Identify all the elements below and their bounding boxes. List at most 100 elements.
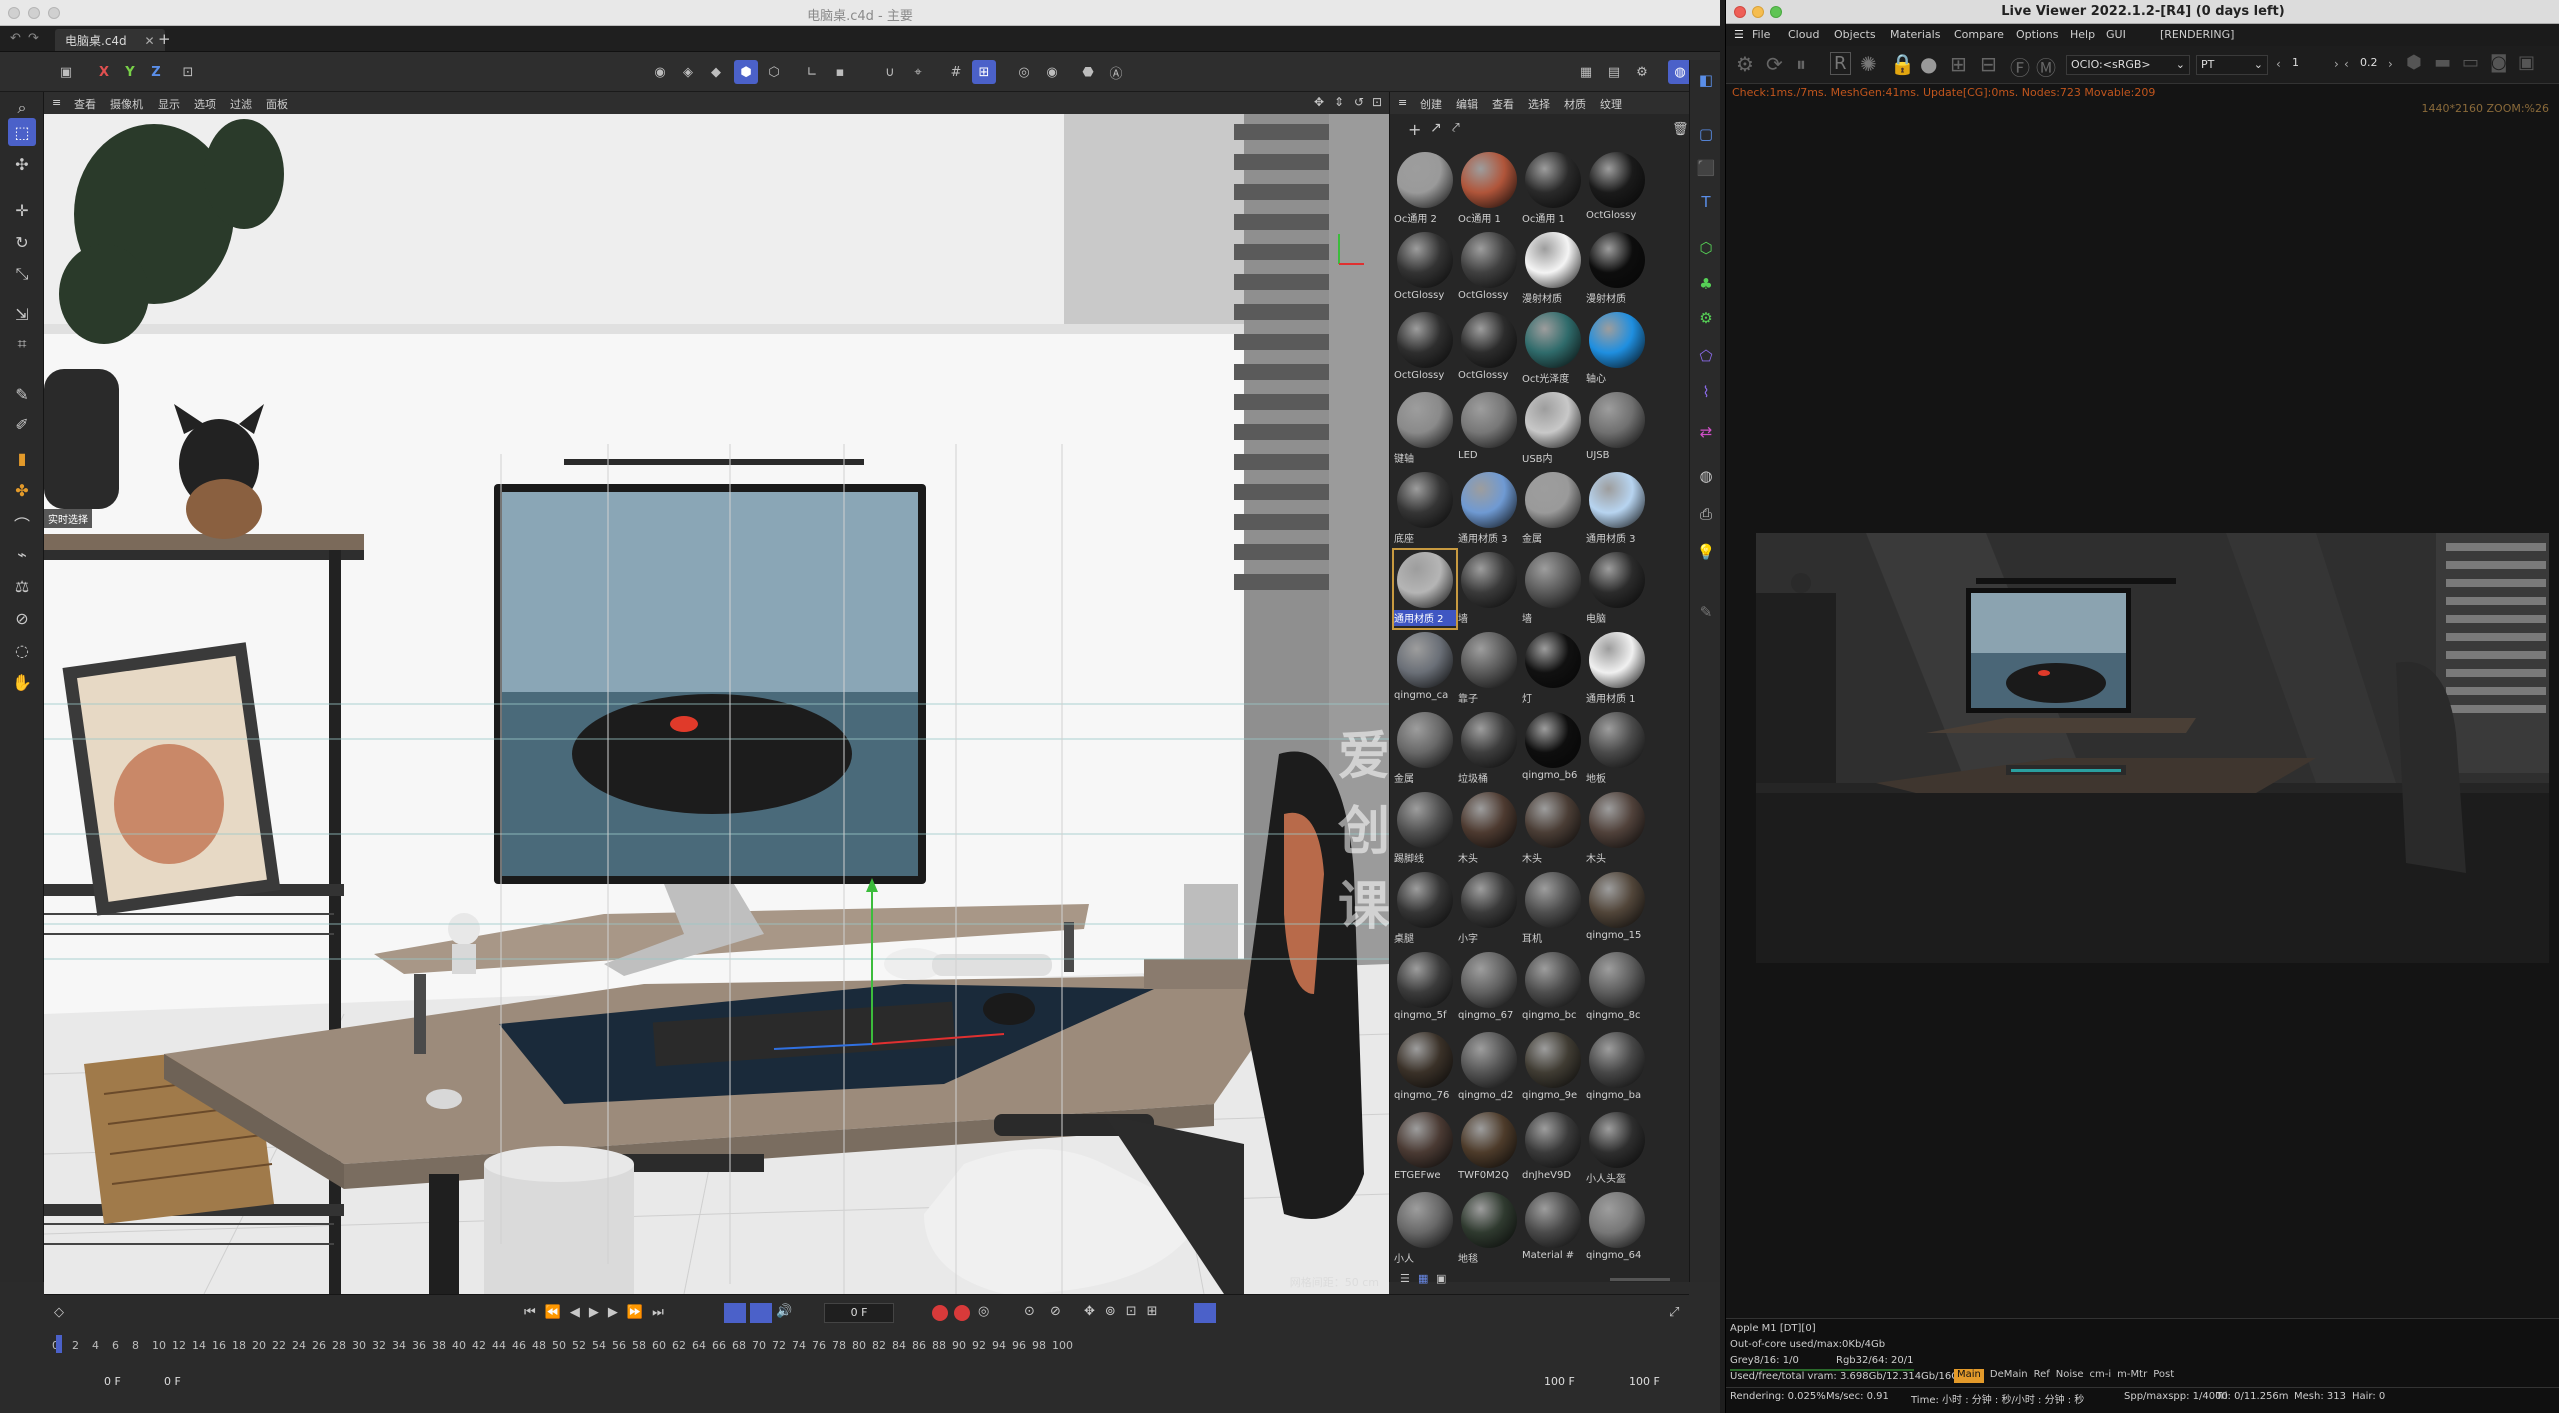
end-frame-field[interactable]: 100 F [1629, 1375, 1709, 1393]
brush-tool-icon[interactable]: ✎ [1694, 600, 1718, 624]
trash-icon[interactable]: 🗑 [1672, 122, 1689, 137]
undo-icon[interactable]: ↶ [10, 31, 21, 46]
lv-settings-icon[interactable]: ⚙ [1736, 52, 1754, 76]
chevron-right-icon[interactable]: › [2388, 57, 2393, 71]
material-item[interactable]: Oc通用 1 [1522, 150, 1584, 228]
material-item[interactable]: 漫射材质 [1522, 230, 1584, 308]
edit-render-settings-icon[interactable]: ⚙ [1630, 60, 1654, 84]
playhead[interactable] [56, 1335, 62, 1353]
material-item[interactable]: OctGlossy [1458, 230, 1520, 308]
workplane-icon[interactable]: ⊞ [972, 60, 996, 84]
material-item[interactable]: ETGEFwe [1394, 1110, 1456, 1188]
render-view-icon[interactable]: ⬣ [1076, 60, 1100, 84]
large-view-icon[interactable]: ▣ [1436, 1272, 1446, 1285]
kernel-select[interactable]: PT ⌄ [2196, 55, 2268, 75]
rotate-icon[interactable]: ↻ [8, 228, 36, 256]
material-item[interactable]: 金属 [1394, 710, 1456, 788]
material-item[interactable]: 墙 [1522, 550, 1584, 628]
redo-icon[interactable]: ↷ [28, 31, 39, 46]
material-item[interactable]: qingmo_64 [1586, 1190, 1648, 1268]
lv-save-icon[interactable]: ▣ [2518, 52, 2535, 73]
environment-icon[interactable]: ◍ [1694, 464, 1718, 488]
material-item[interactable]: qingmo_bc [1522, 950, 1584, 1028]
material-item[interactable]: qingmo_5f [1394, 950, 1456, 1028]
material-menu-create[interactable]: 创建 [1420, 96, 1442, 112]
volume-icon[interactable]: ⇄ [1694, 420, 1718, 444]
mograph-icon[interactable]: ♣ [1694, 272, 1718, 296]
material-item[interactable]: qingmo_8c [1586, 950, 1648, 1028]
hand-icon[interactable]: ✋ [8, 668, 36, 696]
lv-hamburger-icon[interactable]: ☰ [1734, 28, 1744, 41]
maximize-view-icon[interactable]: ⊡ [1372, 95, 1382, 109]
dolly-view-icon[interactable]: ⇕ [1334, 95, 1344, 109]
texture-mode-icon[interactable]: ▪ [828, 60, 852, 84]
selection-tools-icon[interactable]: ✣ [8, 150, 36, 178]
material-item[interactable]: 金属 [1522, 470, 1584, 548]
uv-mode-icon[interactable]: ⬡ [762, 60, 786, 84]
generator-icon[interactable]: ⬡ [1694, 236, 1718, 260]
material-item[interactable]: UJSB [1586, 390, 1648, 468]
material-item[interactable]: qingmo_b6 [1522, 710, 1584, 788]
scale-icon[interactable]: ⤡ [8, 260, 36, 288]
lv-gear-icon[interactable]: ✺ [1860, 52, 1877, 76]
timeline-ruler[interactable]: 0246810121416182022242628303234363840424… [44, 1295, 1689, 1355]
material-menu-view[interactable]: 查看 [1492, 96, 1514, 112]
viewport-menu-camera[interactable]: 摄像机 [110, 96, 143, 112]
material-item[interactable]: qingmo_76 [1394, 1030, 1456, 1108]
list-view-icon[interactable]: ☰ [1400, 1272, 1410, 1285]
viewport-menu-display[interactable]: 显示 [158, 96, 180, 112]
material-item[interactable]: 通用材质 3 [1586, 470, 1648, 548]
axis-z-toggle[interactable]: Z [144, 60, 168, 84]
document-tab[interactable]: 电脑桌.c4d ✕ [55, 29, 165, 51]
primitive-icon[interactable]: ▢ [1694, 122, 1718, 146]
viewport-menu-options[interactable]: 选项 [194, 96, 216, 112]
material-item[interactable]: 通用材质 1 [1586, 630, 1648, 708]
polygons-mode-icon[interactable]: ◆ [704, 60, 728, 84]
material-item[interactable]: 木头 [1586, 790, 1648, 868]
lv-field-2[interactable]: 0.2 [2360, 56, 2378, 69]
brush-icon[interactable]: ⌒ [8, 510, 36, 538]
paint-icon[interactable]: ▮ [8, 444, 36, 472]
material-item[interactable]: 踢脚线 [1394, 790, 1456, 868]
pass-tab-demain[interactable]: DeMain [1990, 1369, 2028, 1383]
material-item[interactable]: 木头 [1458, 790, 1520, 868]
cube-icon[interactable]: ◧ [1694, 68, 1718, 92]
material-item[interactable]: Oct光泽度 [1522, 310, 1584, 388]
material-item[interactable]: Oc通用 1 [1458, 150, 1520, 228]
axis-mode-icon[interactable]: ∟ [800, 60, 824, 84]
material-menu-material[interactable]: 材质 [1564, 96, 1586, 112]
pass-tab-ref[interactable]: Ref [2034, 1369, 2050, 1383]
render-region-icon[interactable]: ▦ [1574, 60, 1598, 84]
edges-mode-icon[interactable]: ◈ [676, 60, 700, 84]
material-item[interactable]: 电脑 [1586, 550, 1648, 628]
axis-y-toggle[interactable]: Y [118, 60, 142, 84]
viewport-menu-filter[interactable]: 过滤 [230, 96, 252, 112]
lv-menu-gui[interactable]: GUI [2106, 28, 2126, 41]
solo-icon[interactable]: ◉ [1040, 60, 1064, 84]
model-mode-icon[interactable]: ▣ [54, 60, 78, 84]
lv-add-region-icon[interactable]: ⊞ [1950, 52, 1967, 76]
grid-view-icon[interactable]: ▦ [1418, 1272, 1428, 1285]
points-mode-icon[interactable]: ◉ [648, 60, 672, 84]
cube-object-icon[interactable]: ⬛ [1694, 156, 1718, 180]
pass-tab-noise[interactable]: Noise [2056, 1369, 2084, 1383]
spline-pen-icon[interactable]: ✎ [8, 380, 36, 408]
lv-focus-icon[interactable]: Ⓕ [2010, 52, 2030, 81]
pass-tab-main[interactable]: Main [1954, 1369, 1984, 1383]
light-icon[interactable]: 💡 [1694, 540, 1718, 564]
lv-remove-region-icon[interactable]: ⊟ [1980, 52, 1997, 76]
material-menu-select[interactable]: 选择 [1528, 96, 1550, 112]
snap-tools-icon[interactable]: ⌗ [8, 330, 36, 358]
magnet-icon[interactable]: ∪ [878, 60, 902, 84]
pass-tab-cm[interactable]: cm-i [2090, 1369, 2112, 1383]
material-item[interactable]: OctGlossy [1394, 230, 1456, 308]
sketch-icon[interactable]: ✐ [8, 410, 36, 438]
lv-menu-compare[interactable]: Compare [1954, 28, 2004, 41]
field-icon[interactable]: ⬠ [1694, 344, 1718, 368]
lock-workplane-icon[interactable]: ◎ [1012, 60, 1036, 84]
material-item[interactable]: 地板 [1586, 710, 1648, 788]
grid-icon[interactable]: # [944, 60, 968, 84]
material-menu-texture[interactable]: 纹理 [1600, 96, 1622, 112]
material-item[interactable]: 小人头盔 [1586, 1110, 1648, 1188]
material-item[interactable]: qingmo_9e [1522, 1030, 1584, 1108]
